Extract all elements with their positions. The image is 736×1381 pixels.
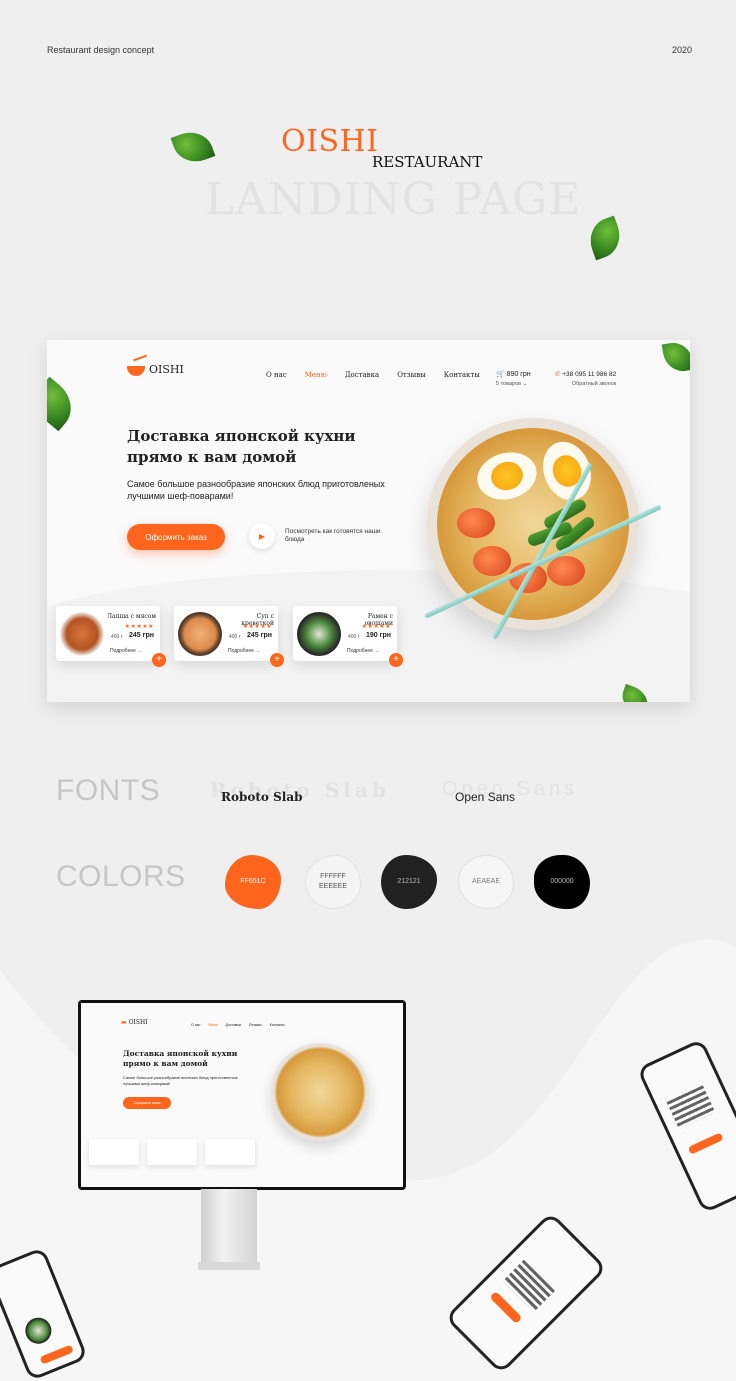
- site-logo[interactable]: OISHI: [127, 359, 184, 376]
- cart-icon: 🛒: [496, 371, 505, 378]
- font1-name: Roboto Slab: [221, 790, 303, 804]
- hero-title: Доставка японской кухни прямо к вам домо…: [127, 427, 356, 466]
- nav-item-about[interactable]: О нас: [266, 371, 287, 379]
- basil-leaf-icon: [661, 340, 690, 375]
- callback-link[interactable]: Обратный звонок: [555, 381, 616, 387]
- monitor-stand-base: [198, 1262, 260, 1270]
- dish-card[interactable]: Рамен с овощами ★★★★★ 400 г 190 грн Подр…: [293, 606, 403, 667]
- phone-icon: ✆: [555, 371, 561, 378]
- logo-text: OISHI: [149, 363, 184, 376]
- dish-image: [60, 612, 104, 656]
- landing-page-preview: OISHI О нас Меню Доставка Отзывы Контакт…: [47, 340, 690, 702]
- monitor-stand: [201, 1189, 257, 1263]
- add-to-cart-button[interactable]: +: [152, 653, 166, 667]
- nav-item-contacts[interactable]: Контакты: [444, 371, 480, 379]
- cart-widget[interactable]: 🛒 890 грн 5 товаров ⌄: [496, 370, 531, 387]
- play-icon: ▶: [258, 531, 266, 541]
- dish-card[interactable]: Суп с креветкой ★★★★★ 400 г 245 грн Подр…: [174, 606, 284, 667]
- concept-label: Restaurant design concept: [47, 45, 155, 55]
- fonts-title: FONTS: [56, 774, 161, 807]
- dish-weight: 400 г: [229, 634, 241, 640]
- details-link[interactable]: Подробнее →: [347, 648, 379, 654]
- bowl-logo-icon: [127, 365, 145, 376]
- desktop-mockup: ▬ OISHI О нас Меню Доставка Отзывы Контакты …: [78, 1000, 406, 1190]
- add-to-cart-button[interactable]: +: [389, 653, 403, 667]
- rating-stars: ★★★★★: [361, 624, 391, 630]
- brand-tagline: RESTAURANT: [372, 153, 483, 171]
- main-nav: О нас Меню Доставка Отзывы Контакты: [266, 371, 480, 379]
- color-swatch: FFFFFF EEEEEE: [305, 855, 361, 909]
- play-video-button[interactable]: ▶: [249, 523, 275, 549]
- video-caption[interactable]: Посмотреть как готовятся наши блюда: [285, 528, 385, 544]
- details-link[interactable]: Подробнее →: [110, 648, 142, 654]
- colors-title: COLORS: [56, 860, 186, 893]
- order-button[interactable]: Оформить заказ: [127, 524, 225, 550]
- basil-leaf-icon: [583, 215, 627, 261]
- chevron-down-icon: ⌄: [522, 381, 528, 387]
- basil-leaf-icon: [170, 125, 216, 169]
- nav-item-reviews[interactable]: Отзывы: [397, 371, 426, 379]
- nav-item-delivery[interactable]: Доставка: [345, 371, 379, 379]
- details-link[interactable]: Подробнее →: [228, 648, 260, 654]
- rating-stars: ★★★★★: [242, 624, 272, 630]
- dish-price: 245 грн: [246, 632, 272, 639]
- dish-image: [178, 612, 222, 656]
- color-swatch: 000000: [534, 855, 590, 909]
- hero-subtitle: Самое большое разнообразие японских блюд…: [127, 479, 385, 501]
- add-to-cart-button[interactable]: +: [270, 653, 284, 667]
- dish-weight: 400 г: [111, 634, 123, 640]
- contact-widget[interactable]: ✆ +38 095 11 986 82 Обратный звонок: [555, 370, 616, 387]
- color-swatch: FF651C: [225, 855, 281, 909]
- desktop-screen: ▬ OISHI О нас Меню Доставка Отзывы Контакты …: [81, 1003, 403, 1187]
- phone-number: +38 095 11 986 82: [562, 371, 617, 378]
- basil-leaf-icon: [47, 376, 82, 432]
- cart-amount: 890 грн: [506, 371, 531, 378]
- rating-stars: ★★★★★: [124, 624, 154, 630]
- brand-name: OISHI: [281, 124, 379, 159]
- nav-item-menu[interactable]: Меню: [305, 371, 327, 379]
- dish-weight: 400 г: [348, 634, 360, 640]
- dish-card[interactable]: Лапша с мясом ★★★★★ 400 г 245 грн Подроб…: [56, 606, 166, 667]
- font2-name: Open Sans: [455, 790, 516, 804]
- dish-image: [297, 612, 341, 656]
- dish-name: Лапша с мясом: [106, 613, 156, 620]
- color-swatch: 212121: [381, 855, 437, 909]
- dish-price: 190 грн: [365, 632, 391, 639]
- color-swatch: AEAEAE: [458, 855, 514, 909]
- cart-items: 5 товаров: [496, 381, 522, 387]
- year-label: 2020: [671, 45, 692, 55]
- landing-page-title: LANDING PAGE: [205, 174, 582, 225]
- dish-price: 245 грн: [128, 632, 154, 639]
